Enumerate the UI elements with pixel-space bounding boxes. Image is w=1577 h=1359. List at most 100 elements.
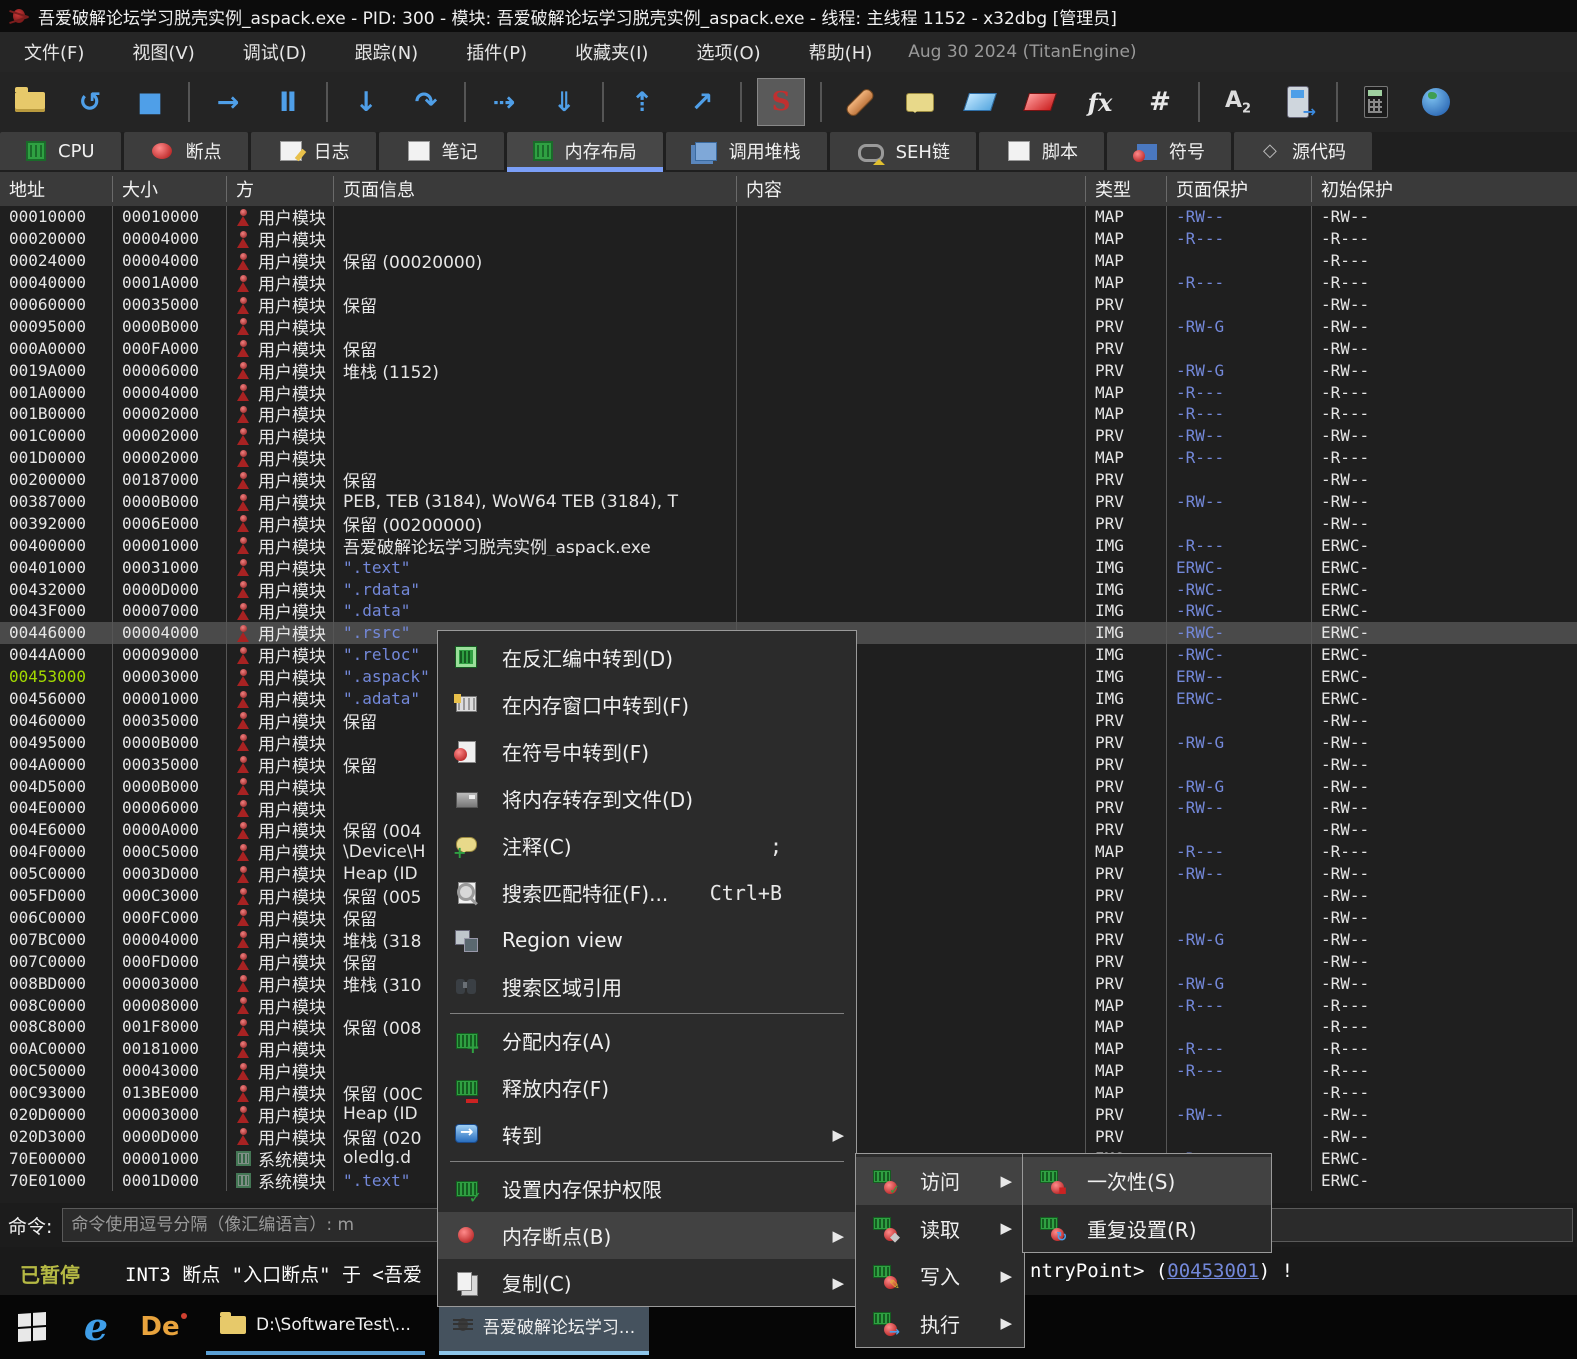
tab-seh[interactable]: SEH链 [830, 132, 976, 170]
context-menu-item-3[interactable]: 将内存转存到文件(D) [438, 775, 856, 822]
memory-map-row[interactable]: 003920000006E000用户模块保留 (00200000)PRV-RW-… [0, 512, 1577, 534]
context-menu-item-13[interactable]: ✓设置内存保护权限 [438, 1165, 856, 1212]
memory-map-row[interactable]: 000400000001A000用户模块MAP-R----R--- [0, 272, 1577, 294]
comments-icon[interactable] [897, 79, 943, 125]
address-cell: 004E0000 [0, 797, 113, 819]
labels-icon[interactable] [957, 79, 1003, 125]
calculator-icon[interactable] [1353, 79, 1399, 125]
menu-item-view[interactable]: 视图(V) [108, 32, 218, 72]
breakpoints-icon[interactable] [1017, 79, 1063, 125]
page-info-cell: PEB, TEB (3184), WoW64 TEB (3184), T [334, 491, 737, 513]
breakpoint-submenu-item-1[interactable]: ◆读取▶ [856, 1205, 1024, 1253]
restart-icon[interactable]: ↺ [67, 79, 113, 125]
menu-item-favourites[interactable]: 收藏夹(I) [551, 32, 672, 72]
internet-explorer-button[interactable]: e [70, 1301, 122, 1353]
functions-icon[interactable]: fx [1077, 79, 1123, 125]
breakpoint-submenu-item-0[interactable]: ✓访问▶ [856, 1157, 1024, 1205]
owner-cell: 用户模块 [227, 512, 334, 534]
detect-it-easy-button[interactable]: De [134, 1301, 186, 1353]
patch-icon[interactable] [837, 79, 883, 125]
context-menu-item-6[interactable]: Region view [438, 916, 856, 963]
step-n-icon[interactable]: ⇓ [541, 79, 587, 125]
globe-icon[interactable] [1413, 79, 1459, 125]
access-submenu-item-1[interactable]: ↻重复设置(R) [1023, 1205, 1271, 1253]
column-header-4[interactable]: 内容 [737, 176, 1086, 202]
pause-icon[interactable]: Ⅱ [265, 79, 311, 125]
context-menu-item-11[interactable]: 转到▶ [438, 1111, 856, 1158]
switch-s-icon[interactable]: S [757, 78, 805, 126]
taskbar-app-button[interactable]: 吾爱破解论坛学习... [439, 1299, 649, 1355]
font-icon[interactable]: A2 [1215, 79, 1261, 125]
context-menu-item-2[interactable]: 在符号中转到(F) [438, 728, 856, 775]
context-menu-item-14[interactable]: 内存断点(B)▶ [438, 1212, 856, 1259]
menu-item-help[interactable]: 帮助(H) [785, 32, 897, 72]
tab-notes[interactable]: 笔记 [379, 132, 504, 170]
step-over-icon[interactable]: ↷ [403, 79, 449, 125]
memory-map-row[interactable]: 0040000000001000用户模块吾爱破解论坛学习脱壳实例_aspack.… [0, 534, 1577, 556]
memory-map-row[interactable]: 000950000000B000用户模块PRV-RW-G-RW-- [0, 315, 1577, 337]
type-cell: PRV [1086, 731, 1167, 753]
hash-icon[interactable]: # [1137, 79, 1183, 125]
memory-map-row[interactable]: 0001000000010000用户模块MAP-RW---RW-- [0, 206, 1577, 228]
memory-map-row[interactable]: 004320000000D000用户模块".rdata"IMG-RWC-ERWC… [0, 578, 1577, 600]
context-menu-item-10[interactable]: 释放内存(F) [438, 1064, 856, 1111]
memory-map-row[interactable]: 0019A00000006000用户模块堆栈 (1152)PRV-RW-G-RW… [0, 359, 1577, 381]
context-menu-item-5[interactable]: 搜索匹配特征(F)...Ctrl+B [438, 869, 856, 916]
tab-script[interactable]: 脚本 [979, 132, 1104, 170]
run-icon[interactable]: → [205, 79, 251, 125]
memory-map-row[interactable]: 0040100000031000用户模块".text"IMGERWC-ERWC- [0, 556, 1577, 578]
tab-source[interactable]: ◇源代码 [1234, 132, 1372, 170]
menu-item-debug[interactable]: 调试(D) [219, 32, 331, 72]
run-to-user-icon[interactable]: ↗ [679, 79, 725, 125]
column-header-1[interactable]: 大小 [113, 176, 227, 202]
column-header-3[interactable]: 页面信息 [334, 176, 737, 202]
memory-map-row[interactable]: 001C000000002000用户模块PRV-RW---RW-- [0, 425, 1577, 447]
breakpoint-submenu-item-3[interactable]: →执行▶ [856, 1300, 1024, 1348]
breakpoint-submenu-item-2[interactable]: ✎写入▶ [856, 1252, 1024, 1300]
context-menu-item-4[interactable]: +注释(C); [438, 822, 856, 869]
column-header-2[interactable]: 方 [227, 176, 334, 202]
tab-symbol[interactable]: 符号 [1107, 132, 1231, 170]
memory-map-row[interactable]: 0006000000035000用户模块保留PRV-RW-- [0, 294, 1577, 316]
tab-cpu[interactable]: CPU [0, 132, 121, 170]
entrypoint-address-link[interactable]: 00453001 [1167, 1260, 1259, 1282]
tab-callstack[interactable]: 调用堆栈 [666, 132, 827, 170]
column-header-5[interactable]: 类型 [1086, 176, 1167, 202]
tab-breakpoint[interactable]: 断点 [124, 132, 248, 170]
context-menu-item-9[interactable]: +分配内存(A) [438, 1017, 856, 1064]
taskbar-folder-button[interactable]: D:\SoftwareTest\... [206, 1299, 425, 1355]
menu-item-plugins[interactable]: 插件(P) [442, 32, 551, 72]
context-menu-item-7[interactable]: 搜索区域引用 [438, 963, 856, 1010]
memory-map-row[interactable]: 001D000000002000用户模块MAP-R----R--- [0, 447, 1577, 469]
memory-map-row[interactable]: 0020000000187000用户模块保留PRV-RW-- [0, 469, 1577, 491]
initial-protection-cell: -RW-- [1312, 337, 1577, 359]
column-header-0[interactable]: 地址 [0, 176, 113, 202]
memory-map-row[interactable]: 003870000000B000用户模块PEB, TEB (3184), WoW… [0, 491, 1577, 513]
step-out-icon[interactable]: ⇡ [619, 79, 665, 125]
step-into-icon[interactable]: ↓ [343, 79, 389, 125]
memory-map-row[interactable]: 001B000000002000用户模块MAP-R----R--- [0, 403, 1577, 425]
context-menu-item-15[interactable]: 复制(C)▶ [438, 1259, 856, 1306]
dump-memory-icon [454, 786, 480, 812]
start-button[interactable] [6, 1301, 58, 1353]
context-menu-item-0[interactable]: 在反汇编中转到(D) [438, 634, 856, 681]
column-header-6[interactable]: 页面保护 [1167, 176, 1312, 202]
menu-item-file[interactable]: 文件(F) [0, 32, 108, 72]
menu-item-trace[interactable]: 跟踪(N) [331, 32, 443, 72]
memory-map-row[interactable]: 000A0000000FA000用户模块保留PRV-RW-- [0, 337, 1577, 359]
memory-map-row[interactable]: 0002400000004000用户模块保留 (00020000)MAP-R--… [0, 250, 1577, 272]
context-menu-item-1[interactable]: 在内存窗口中转到(F) [438, 681, 856, 728]
memory-map-row[interactable]: 0043F00000007000用户模块".data"IMG-RWC-ERWC- [0, 600, 1577, 622]
column-header-7[interactable]: 初始保护 [1312, 176, 1577, 202]
access-submenu-item-0[interactable]: ▪一次性(S) [1023, 1157, 1271, 1205]
memory-map-row[interactable]: 001A000000004000用户模块MAP-R----R--- [0, 381, 1577, 403]
open-file-icon[interactable] [7, 79, 53, 125]
tab-memory[interactable]: 内存布局 [507, 132, 663, 170]
stop-icon[interactable]: ■ [127, 79, 173, 125]
skip-icon[interactable]: ⇢ [481, 79, 527, 125]
type-cell: MAP [1086, 841, 1167, 863]
calc-send-icon[interactable] [1275, 79, 1321, 125]
tab-log[interactable]: 日志 [251, 132, 376, 170]
menu-item-options[interactable]: 选项(O) [672, 32, 784, 72]
memory-map-row[interactable]: 0002000000004000用户模块MAP-R----R--- [0, 228, 1577, 250]
